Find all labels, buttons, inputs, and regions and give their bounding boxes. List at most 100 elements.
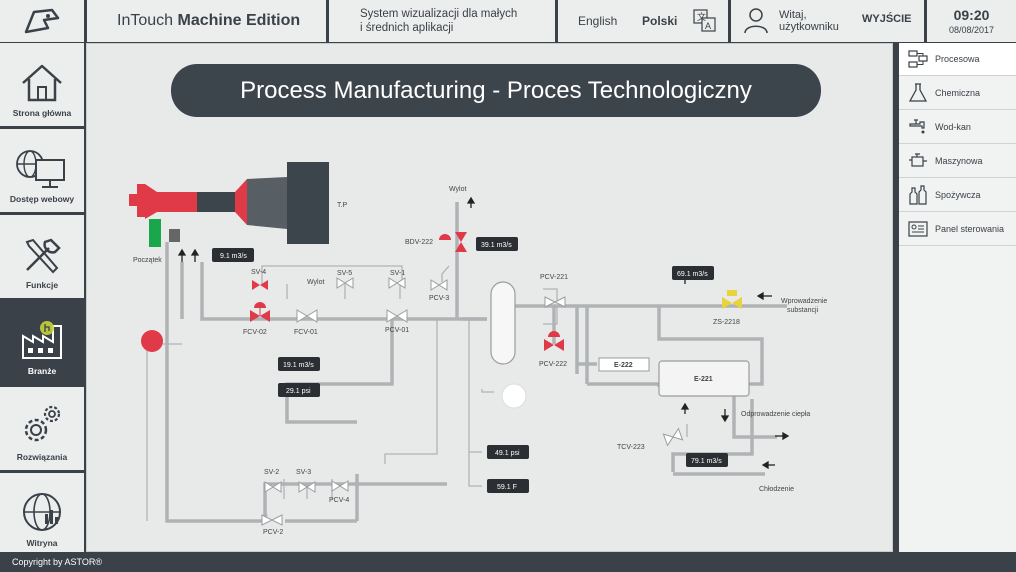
separator-vessel [490, 281, 516, 365]
translate-icon[interactable]: 文 A [692, 8, 718, 34]
label-pcv01: PCV-01 [385, 327, 409, 334]
svg-text:A: A [705, 21, 711, 31]
engine-icon [909, 153, 927, 167]
label-sv2: SV-2 [264, 469, 279, 476]
home-icon [22, 64, 62, 102]
sidebar-item-label: Strona główna [12, 108, 72, 118]
label-heat-out: Odprowadzenie ciepła [741, 411, 810, 418]
value-text: 79.1 m3/s [691, 458, 722, 465]
start-indicator[interactable] [141, 330, 163, 352]
label-start: Początek [133, 257, 162, 264]
menu-item-label: Panel sterowania [935, 224, 1005, 234]
menu-item-machine[interactable]: Maszynowa [899, 145, 1016, 178]
sidebar-item-label: Rozwiązania [16, 452, 68, 462]
label-tcv223: TCV-223 [617, 444, 645, 451]
sidebar-item-label: Witryna [26, 538, 58, 548]
right-sidebar: Procesowa Chemiczna Wod-kan Maszynowa Sp… [896, 43, 1016, 552]
lang-polish[interactable]: Polski [642, 14, 677, 28]
greeting-line1: Witaj, [779, 9, 807, 21]
menu-item-chemical[interactable]: Chemiczna [899, 77, 1016, 110]
logout-button[interactable]: WYJŚCIE [862, 13, 912, 25]
sidebar-item-functions[interactable]: Funkcje [0, 215, 84, 298]
astor-logo-icon [24, 8, 60, 34]
left-sidebar: Strona główna Dostęp webowy Funkcje Bran… [0, 43, 86, 556]
main-panel: T.P Początek Wylot BDV-222 SV-4 SV-5 Wyl… [86, 43, 893, 552]
label-cooling: Chłodzenie [759, 486, 794, 493]
subtitle-line1: System wizualizacji dla małych [360, 8, 518, 20]
label-pcv2: PCV-2 [263, 529, 283, 536]
menu-item-label: Chemiczna [935, 88, 981, 98]
turbine [129, 162, 329, 247]
control-panel-icon [908, 221, 928, 237]
value-box-v2: 39.1 m3/s [476, 237, 518, 251]
clock: 09:20 08/08/2017 [927, 0, 1016, 42]
value-text: 69.1 m3/s [677, 271, 708, 278]
value-box-v4: 19.1 m3/s [278, 357, 320, 371]
user-greeting: Witaj, użytkowniku [779, 9, 849, 33]
value-box-v7: 59.1 F [487, 479, 529, 493]
menu-item-label: Spożywcza [935, 190, 981, 200]
sidebar-item-home[interactable]: Strona główna [0, 43, 84, 126]
label-bdv222: BDV-222 [405, 239, 433, 246]
label-pcv4: PCV-4 [329, 497, 349, 504]
value-box-v3: 69.1 m3/s [672, 266, 714, 280]
value-text: 59.1 F [497, 484, 517, 491]
web-access-icon [16, 150, 65, 188]
value-text: 9.1 m3/s [220, 253, 247, 260]
label-input-line2: substancji [787, 307, 819, 314]
lang-english[interactable]: English [578, 14, 617, 28]
app-title-bold: Machine Edition [177, 12, 301, 29]
app-title: InTouch Machine Edition [87, 0, 326, 42]
faucet-icon [909, 119, 925, 134]
value-text: 29.1 psi [286, 388, 311, 395]
sidebar-item-label: Dostęp webowy [9, 194, 75, 204]
label-e222: E-222 [614, 362, 633, 369]
subtitle-line2: i średnich aplikacji [360, 22, 454, 34]
label-sv1: SV-1 [390, 270, 405, 277]
industry-menu: Procesowa Chemiczna Wod-kan Maszynowa Sp… [899, 43, 1016, 552]
menu-item-label: Wod-kan [935, 122, 971, 132]
clock-time: 09:20 [953, 7, 990, 23]
bottles-icon [909, 185, 927, 205]
label-outlet-top: Wylot [449, 186, 466, 193]
value-text: 19.1 m3/s [283, 362, 314, 369]
grey-valves [261, 277, 684, 526]
label-fcv01: FCV-01 [294, 329, 318, 336]
sidebar-item-label: Funkcje [25, 280, 59, 290]
globe-icon [23, 493, 61, 531]
menu-item-food[interactable]: Spożywcza [899, 179, 1016, 212]
label-sv3: SV-3 [296, 469, 311, 476]
logo[interactable] [0, 0, 84, 42]
page-title-banner: Process Manufacturing - Proces Technolog… [171, 64, 821, 117]
menu-item-process[interactable]: Procesowa [899, 43, 1016, 76]
label-pcv3: PCV-3 [429, 295, 449, 302]
value-box-v1: 9.1 m3/s [212, 248, 254, 262]
label-pcv222: PCV-222 [539, 361, 567, 368]
app-title-regular: InTouch [117, 12, 174, 29]
sidebar-item-website[interactable]: Witryna [0, 473, 84, 556]
factory-icon [22, 321, 62, 359]
user-icon[interactable] [741, 5, 771, 35]
tank-indicator [501, 383, 527, 409]
label-outlet-mid: Wylot [307, 279, 324, 286]
label-sv4: SV-4 [251, 269, 266, 276]
clock-date: 08/08/2017 [948, 25, 995, 35]
label-input-line1: Wprowadzenie [781, 298, 827, 305]
label-e221: E-221 [694, 376, 713, 383]
value-text: 39.1 m3/s [481, 242, 512, 249]
value-box-v6: 49.1 psi [487, 445, 529, 459]
menu-item-control-panel[interactable]: Panel sterowania [899, 213, 1016, 246]
sidebar-item-label: Branże [27, 366, 57, 376]
flask-icon [909, 83, 927, 102]
value-box-v8: 79.1 m3/s [686, 453, 728, 467]
tools-icon [25, 238, 61, 274]
value-box-v5: 29.1 psi [278, 383, 320, 397]
menu-item-water[interactable]: Wod-kan [899, 111, 1016, 144]
sidebar-item-web-access[interactable]: Dostęp webowy [0, 129, 84, 212]
sidebar-item-solutions[interactable]: Rozwiązania [0, 387, 84, 470]
process-icon [908, 50, 928, 68]
footer-copyright: Copyright by ASTOR® [0, 552, 1016, 572]
valve-sv4[interactable] [252, 280, 268, 290]
valve-bdv222[interactable] [439, 232, 467, 252]
sidebar-item-industries[interactable]: Branże [0, 301, 84, 384]
